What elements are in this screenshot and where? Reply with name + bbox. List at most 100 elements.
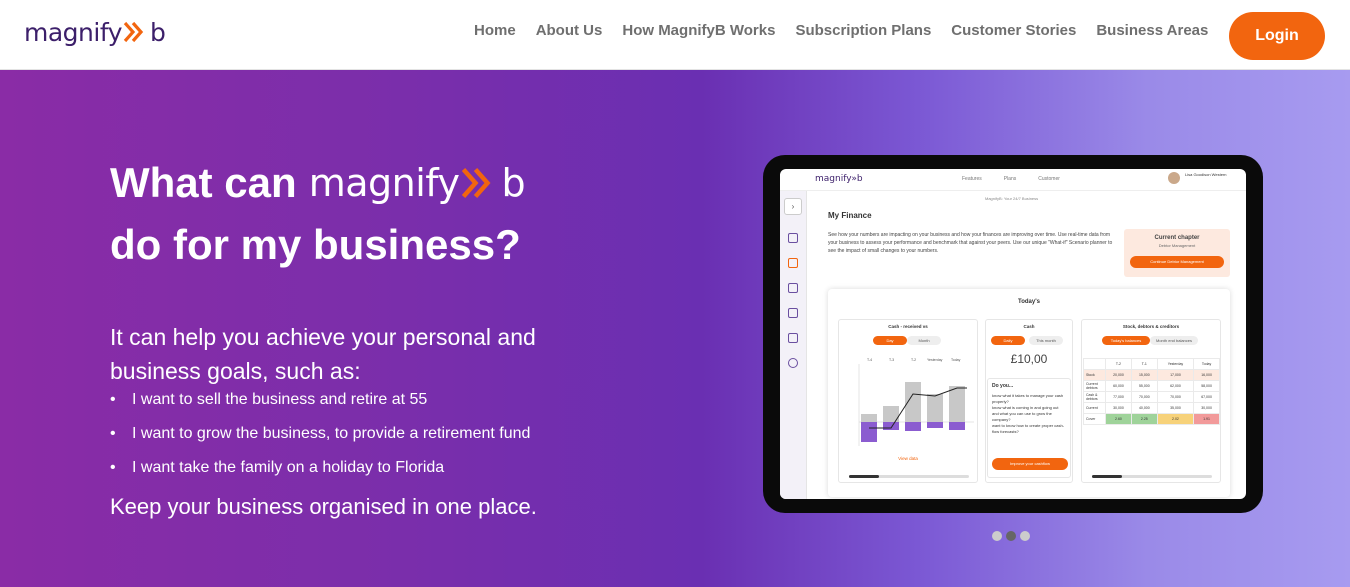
pill-month: Month (907, 336, 941, 345)
do-you-card: Do you... know what it takes to manage y… (987, 378, 1071, 478)
cash-chart-title: Cash - received vs (888, 324, 928, 329)
hero-section: What can magnify b do for my business? I… (0, 70, 1350, 587)
chart-scrollbar (849, 475, 969, 478)
app-subtitle: MagnifyB: Your 24/7 Business (985, 196, 1039, 201)
cell: 70,000 (1156, 391, 1195, 403)
stock-card-pills: Today's balances Month end balances (1102, 336, 1198, 345)
chart-bar (861, 422, 877, 442)
row-label: Current (1083, 402, 1106, 414)
cash-value: £10,00 (1010, 352, 1048, 366)
row-label: Cover (1083, 413, 1106, 425)
magnifyb-logo[interactable]: magnify b (24, 17, 166, 47)
cell: 62,000 (1156, 380, 1195, 392)
tablet-screen: magnify»b Features Plans Customer Lisa G… (780, 169, 1246, 499)
logo-chevron-icon (123, 21, 144, 43)
pill-this-month: This month (1029, 336, 1063, 345)
cash-chart-card: Cash - received vs Day Month T-4 T-3 T-2… (838, 319, 978, 483)
cell: 60,000 (1105, 380, 1132, 392)
cell: 2.02 (1156, 413, 1195, 425)
today-panel: Today's Cash - received vs Day Month T-4… (828, 289, 1230, 497)
pill-todays-balances: Today's balances (1102, 336, 1150, 345)
cash-card-title: Cash (1023, 324, 1035, 329)
user-avatar (1168, 172, 1180, 184)
login-button[interactable]: Login (1229, 12, 1325, 60)
nav-link-home[interactable]: Home (474, 22, 516, 39)
nav-link-business-areas[interactable]: Business Areas (1096, 22, 1208, 39)
goals-list: I want to sell the business and retire a… (110, 388, 530, 490)
carousel-dot[interactable] (992, 531, 1002, 541)
improve-cashflow-button: Improve your cashflow (992, 458, 1068, 470)
pill-day: Day (873, 336, 907, 345)
hero-headline: What can magnify b do for my business? (110, 152, 526, 276)
cell: 58,000 (1193, 380, 1220, 392)
nav-link-customer-stories[interactable]: Customer Stories (951, 22, 1076, 39)
nav-link-how-it-works[interactable]: How MagnifyB Works (622, 22, 775, 39)
cell: 15,000 (1130, 369, 1158, 381)
view-data-link: View data (898, 456, 918, 461)
app-tab-plans: Plans (1003, 176, 1017, 182)
headline-logo-text-b: b (501, 161, 526, 205)
cell: 2.25 (1130, 413, 1158, 425)
chart-bar (949, 422, 965, 430)
row-label: Cash & debtors (1083, 391, 1106, 403)
tablet-mockup: magnify»b Features Plans Customer Lisa G… (763, 155, 1263, 513)
cell: 1.91 (1193, 413, 1220, 425)
shield-icon (788, 283, 798, 293)
logo-text-magnify: magnify (24, 17, 123, 47)
stock-table: T-2 T-1 Yesterday Today Stock 20,000 15,… (1083, 358, 1220, 425)
app-header: magnify»b Features Plans Customer Lisa G… (780, 169, 1246, 191)
finance-icon (788, 258, 798, 268)
cash-chart-svg: T-4 T-3 T-2 Yesterday Today (858, 358, 974, 446)
do-you-line: know what it takes to manage your cash p… (992, 393, 1064, 404)
table-row-cover: Cover 2.60 2.25 2.02 1.91 (1083, 413, 1220, 425)
carousel-dot[interactable] (1020, 531, 1030, 541)
headline-part-2: do for my business? (110, 221, 521, 268)
app-username: Lisa Goodison Western (1185, 172, 1227, 177)
stock-table-header: T-2 T-1 Yesterday Today (1083, 358, 1220, 370)
headline-logo-text-magnify: magnify (308, 161, 460, 205)
table-header (1083, 358, 1106, 370)
cash-card: Cash Daily This month £10,00 Do you... k… (985, 319, 1073, 483)
col-label: Today (951, 358, 961, 362)
carousel-dot-active[interactable] (1006, 531, 1016, 541)
col-label: T-4 (867, 358, 872, 362)
cell: 55,000 (1130, 380, 1158, 392)
cell: 35,000 (1156, 402, 1195, 414)
col-label: T-2 (911, 358, 916, 362)
cell: 70,000 (1130, 391, 1158, 403)
table-row: Current 30,000 40,000 35,000 30,000 (1083, 402, 1220, 414)
chart-bar (927, 422, 943, 428)
top-navigation: magnify b Home About Us How MagnifyB Wor… (0, 0, 1350, 70)
logo-text-b: b (150, 17, 166, 47)
heart-icon (788, 333, 798, 343)
cell: 17,000 (1156, 369, 1195, 381)
sidebar-expand-chevron-icon: › (784, 198, 802, 215)
table-row: Cash & debtors 77,000 70,000 70,000 67,0… (1083, 391, 1220, 403)
chart-bar (949, 386, 965, 422)
headline-logo-chevron-icon (462, 168, 491, 198)
cell: 77,000 (1105, 391, 1132, 403)
nav-link-subscription-plans[interactable]: Subscription Plans (795, 22, 931, 39)
cell: 16,000 (1193, 369, 1220, 381)
chapter-subtitle: Debtor Management (1158, 243, 1196, 248)
cell: 40,000 (1130, 402, 1158, 414)
nav-link-about-us[interactable]: About Us (536, 22, 603, 39)
table-scrollbar (1092, 475, 1212, 478)
table-header: Yesterday (1156, 358, 1195, 370)
table-row: Stock 20,000 15,000 17,000 16,000 (1083, 369, 1220, 381)
headline-part-1: What can (110, 159, 297, 206)
app-page-title: My Finance (828, 211, 872, 220)
goal-item: I want to sell the business and retire a… (110, 388, 530, 422)
cash-card-pills: Daily This month (991, 336, 1063, 345)
continue-chapter-button: Continue Debtor Management (1130, 256, 1224, 268)
stock-card-title: Stock, debtors & creditors (1122, 324, 1180, 329)
cell: 2.60 (1105, 413, 1132, 425)
do-you-line: want to know how to create proper cash-f… (992, 423, 1065, 434)
table-header: T-2 (1105, 358, 1132, 370)
app-tab-customer: Customer (1038, 176, 1060, 182)
chart-bar (861, 414, 877, 422)
pill-month-end-balances: Month end balances (1150, 336, 1198, 345)
col-label: Yesterday (927, 358, 943, 362)
cell: 30,000 (1105, 402, 1132, 414)
cell: 20,000 (1105, 369, 1132, 381)
